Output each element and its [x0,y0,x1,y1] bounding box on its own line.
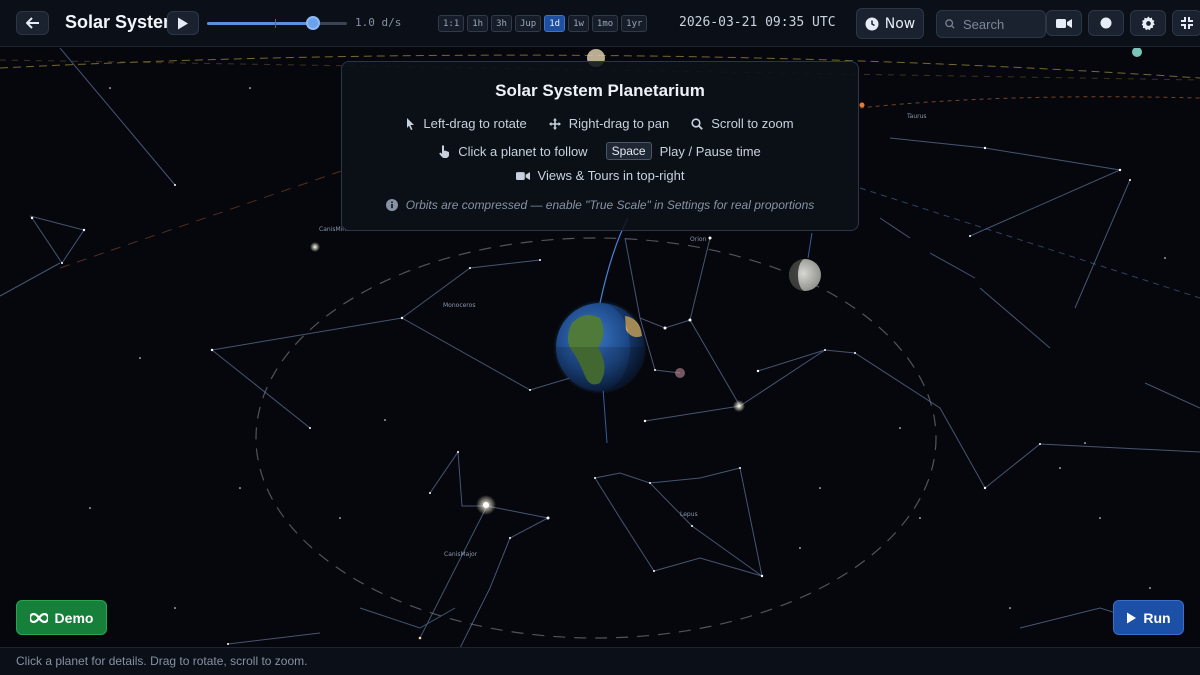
hint-follow: Click a planet to follow [439,143,588,159]
moon-axis-line [807,232,813,259]
run-button[interactable]: Run [1113,600,1184,635]
speed-value: 1.0 d/s [355,16,402,29]
time-step-button[interactable]: 1w [568,15,589,32]
speed-slider-center-tick [275,19,276,28]
play-icon [178,17,188,29]
hint-zoom: Scroll to zoom [691,116,794,131]
label-monoceros: Monoceros [443,302,475,309]
bright-star-procyon [310,242,320,252]
hint-views: Views & Tours in top-right [515,168,685,183]
video-camera-icon [1056,18,1072,28]
label-orion: Orion [690,236,707,243]
record-circle-icon [1100,17,1112,29]
info-icon [385,199,398,211]
settings-button[interactable] [1130,10,1166,36]
time-step-button[interactable]: 1h [467,15,489,32]
time-step-button[interactable]: 1yr [621,15,648,32]
hint-rotate: Left-drag to rotate [406,116,527,131]
search-box[interactable] [936,10,1046,38]
time-step-button[interactable]: Jup [514,15,542,32]
help-overlay: Solar System Planetarium Left-drag to ro… [341,61,859,231]
time-step-button[interactable]: 1d [544,15,566,32]
space-key: Space [605,142,652,160]
compress-icon [1181,17,1193,29]
move-arrows-icon [548,117,561,130]
nebula-orion [675,368,685,378]
time-step-buttons: 1:1 1h 3h Jup 1d 1w 1mo 1yr [438,15,648,32]
label-taurus: Taurus [906,113,927,120]
run-label: Run [1143,609,1171,626]
now-label: Now [884,15,916,32]
current-datetime: 2026-03-21 09:35 UTC [679,15,836,30]
status-bar: Click a planet for details. Drag to rota… [0,647,1200,675]
planet-moon[interactable] [789,259,821,291]
hint-play-pause: Space Play / Pause time [605,142,761,160]
time-step-button[interactable]: 3h [491,15,512,32]
top-toolbar: Solar System 1.0 d/s 1:1 1h 3h Jup 1d 1w 1mo 1y… [0,0,1200,47]
time-step-button[interactable]: 1mo [591,15,619,32]
fullscreen-button[interactable] [1172,10,1200,36]
earth-axis-line [602,387,608,444]
label-lepus: Lepus [680,511,698,518]
overlay-title: Solar System Planetarium [495,81,705,100]
hint-views-text: Views & Tours in top-right [537,168,685,183]
back-arrow-icon [25,17,39,29]
video-camera-icon [515,171,530,180]
hint-pan: Right-drag to pan [548,116,670,131]
hint-rotate-text: Left-drag to rotate [423,116,527,131]
speed-slider-knob[interactable] [306,16,321,30]
play-button[interactable] [167,11,199,35]
cursor-icon [407,117,415,130]
planet-earth[interactable] [553,300,647,394]
orbit-ellipse [255,237,937,639]
overlay-row-1: Left-drag to rotate Right-drag to pan Sc… [342,116,858,131]
clock-icon [865,17,879,30]
record-button[interactable] [1088,10,1124,36]
bright-star-sirius-core [483,502,489,508]
views-tours-button[interactable] [1046,10,1082,36]
bright-star-rigel [733,400,745,412]
overlay-row-2: Click a planet to follow Space Play / Pa… [342,142,858,160]
demo-button[interactable]: Demo [16,600,107,635]
overlay-note: Orbits are compressed — enable "True Sca… [342,198,858,212]
demo-label: Demo [54,609,94,626]
speed-slider[interactable] [207,16,347,30]
search-icon [945,19,955,29]
planet-mars [859,102,865,108]
speed-slider-fill [207,22,314,25]
hint-pan-text: Right-drag to pan [568,116,670,131]
overlay-row-3: Views & Tours in top-right [342,168,858,183]
zoom-icon [691,117,704,130]
hint-follow-text: Click a planet to follow [458,143,588,159]
now-button[interactable]: Now [856,8,924,39]
label-canis-major: CanisMajor [444,551,478,558]
infinity-icon [29,612,48,623]
gear-icon [1141,15,1155,30]
app-title: Solar System [65,12,180,32]
play-icon [1127,612,1137,623]
back-button[interactable] [16,11,49,35]
hint-play-pause-text: Play / Pause time [659,143,761,159]
hint-zoom-text: Scroll to zoom [711,116,794,131]
overlay-note-text: Orbits are compressed — enable "True Sca… [405,198,815,212]
time-step-button[interactable]: 1:1 [438,15,465,32]
pointer-hand-icon [439,144,450,158]
search-input[interactable] [961,15,1045,33]
planet-uranus [1132,48,1142,57]
